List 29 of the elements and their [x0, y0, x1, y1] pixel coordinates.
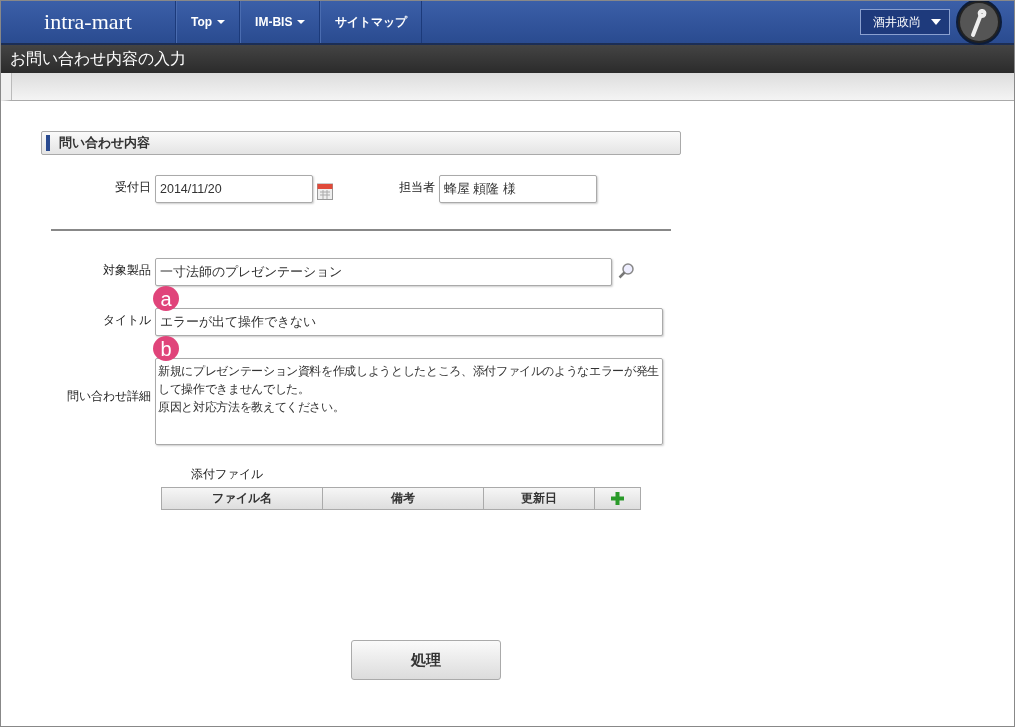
field-label: タイトル	[102, 312, 152, 329]
add-button[interactable]	[594, 487, 641, 510]
nav-menu-item[interactable]: Top	[176, 1, 241, 43]
column-header: 備考	[322, 487, 484, 510]
submit-button[interactable]: 処理	[351, 640, 501, 680]
product-field[interactable]: 一寸法師のプレゼンテーション	[155, 258, 612, 286]
field-label: 対象製品	[102, 262, 152, 279]
annotation-marker: a	[153, 286, 179, 311]
date-field[interactable]: 2014/11/20	[155, 175, 313, 203]
nav-menu-item[interactable]: サイトマップ	[320, 1, 423, 43]
title-field[interactable]: エラーが出て操作できない	[155, 308, 663, 336]
field-label: 受付日	[114, 179, 152, 196]
user-menu-button[interactable]: 酒井政尚	[860, 9, 950, 35]
field-label: 問い合わせ詳細	[66, 388, 152, 405]
nav-menu-item[interactable]: IM-BIS	[240, 1, 321, 43]
annotation-marker: b	[153, 336, 179, 361]
info-logo-icon[interactable]	[956, 1, 1002, 45]
column-header: ファイル名	[161, 487, 323, 510]
person-field[interactable]: 蜂屋 頼隆 様	[439, 175, 597, 203]
field-label: 担当者	[398, 179, 436, 196]
section-title: 問い合わせ内容	[59, 134, 150, 152]
plus-icon	[611, 492, 624, 505]
calendar-icon[interactable]	[317, 182, 333, 200]
page-title: お問い合わせ内容の入力	[10, 48, 186, 69]
attachments-label: 添付ファイル	[191, 466, 264, 483]
detail-textarea[interactable]: 新規にプレゼンテーション資料を作成しようとしたところ、添付ファイルのようなエラーが発生 して操作できませんでした。 原因と対応方法を教えてください。	[155, 358, 663, 445]
column-header: 更新日	[483, 487, 595, 510]
search-icon[interactable]	[618, 262, 635, 279]
logo[interactable]: intra-mart	[1, 1, 176, 43]
